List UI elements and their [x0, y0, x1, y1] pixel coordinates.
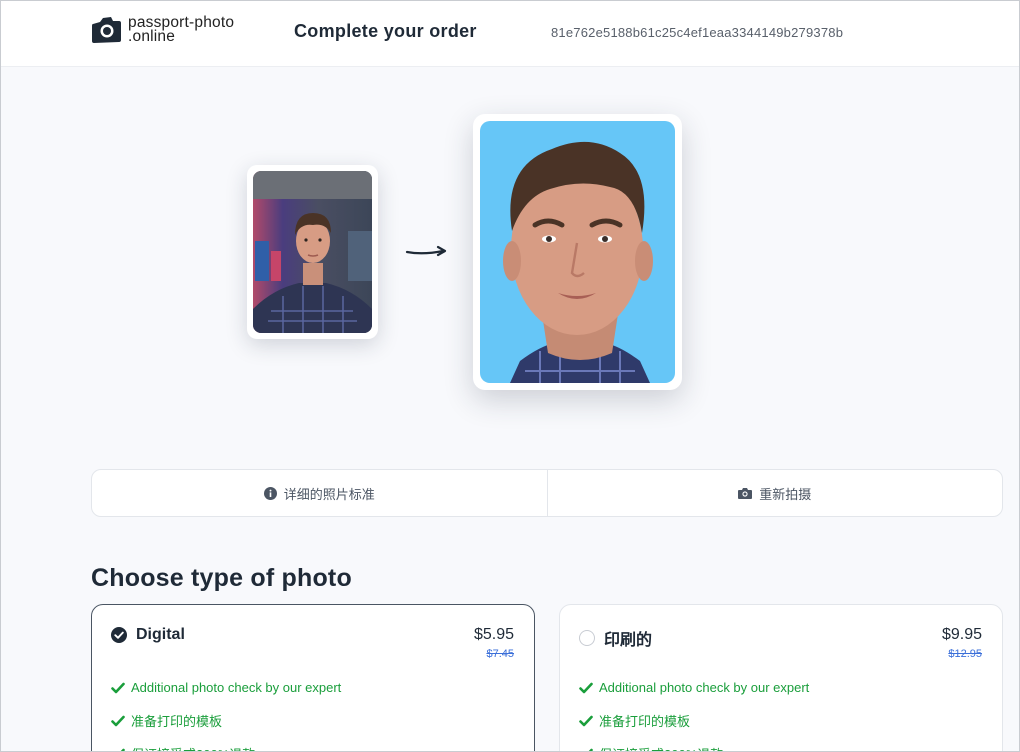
logo[interactable]: passport-photo .online — [90, 15, 234, 45]
radio-button[interactable] — [579, 630, 595, 646]
logo-text-line2: .online — [128, 28, 176, 45]
feature-text: 保证接受或200%退款 — [599, 744, 723, 751]
processed-photo-image — [480, 121, 675, 383]
original-photo — [247, 165, 378, 339]
option-card-printed[interactable]: 印刷的 $9.95 $12.95 Additional photo check … — [559, 604, 1003, 751]
order-id: 81e762e5188b61c25c4ef1eaa3344149b279378b — [551, 25, 844, 40]
arrow-right-icon — [405, 245, 447, 257]
photo-actions-bar: 详细的照片标准 重新拍摄 — [91, 469, 1003, 517]
feature-item: 保证接受或200%退款 — [579, 737, 809, 751]
feature-item: 保证接受或200%退款 — [111, 737, 341, 751]
option-price: $9.95 — [941, 626, 982, 643]
checkmark-icon — [111, 682, 125, 693]
page-title: Complete your order — [294, 21, 477, 41]
option-old-price: $12.95 — [948, 648, 982, 660]
checkmark-icon — [579, 715, 593, 726]
feature-text: 保证接受或200%退款 — [131, 744, 255, 751]
photo-standards-button[interactable]: 详细的照片标准 — [92, 470, 547, 516]
feature-item: 准备打印的模板 — [579, 704, 809, 737]
checkmark-icon — [588, 748, 593, 751]
retake-photo-button[interactable]: 重新拍摄 — [546, 470, 1003, 516]
retake-photo-label: 重新拍摄 — [759, 486, 812, 502]
option-card-digital[interactable]: Digital $5.95 $7.45 Additional photo che… — [91, 604, 535, 751]
option-old-price: $7.45 — [486, 648, 514, 660]
check-circle-icon[interactable] — [111, 627, 127, 643]
feature-item: Additional photo check by our expert — [111, 671, 341, 704]
feature-text: 准备打印的模板 — [599, 714, 691, 729]
feature-text: Additional photo check by our expert — [131, 680, 342, 695]
checkmark-icon — [120, 748, 125, 751]
option-name: 印刷的 — [604, 632, 653, 649]
processed-photo — [473, 114, 682, 390]
header: passport-photo .online Complete your ord… — [1, 1, 1019, 67]
feature-list: Additional photo check by our expert 准备打… — [579, 671, 809, 751]
original-photo-image — [253, 171, 372, 333]
feature-list: Additional photo check by our expert 准备打… — [111, 671, 341, 751]
photo-standards-label: 详细的照片标准 — [283, 486, 375, 502]
feature-item: 准备打印的模板 — [111, 704, 341, 737]
camera-icon — [738, 488, 753, 499]
page: passport-photo .online Complete your ord… — [0, 0, 1020, 752]
feature-text: Additional photo check by our expert — [599, 680, 810, 695]
checkmark-icon — [579, 682, 593, 693]
checkmark-icon — [111, 715, 125, 726]
info-icon — [263, 486, 277, 500]
camera-icon — [92, 17, 121, 43]
option-price: $5.95 — [473, 626, 514, 643]
feature-text: 准备打印的模板 — [131, 714, 223, 729]
feature-item: Additional photo check by our expert — [579, 671, 809, 704]
section-title: Choose type of photo — [91, 564, 352, 592]
option-name: Digital — [136, 626, 185, 643]
